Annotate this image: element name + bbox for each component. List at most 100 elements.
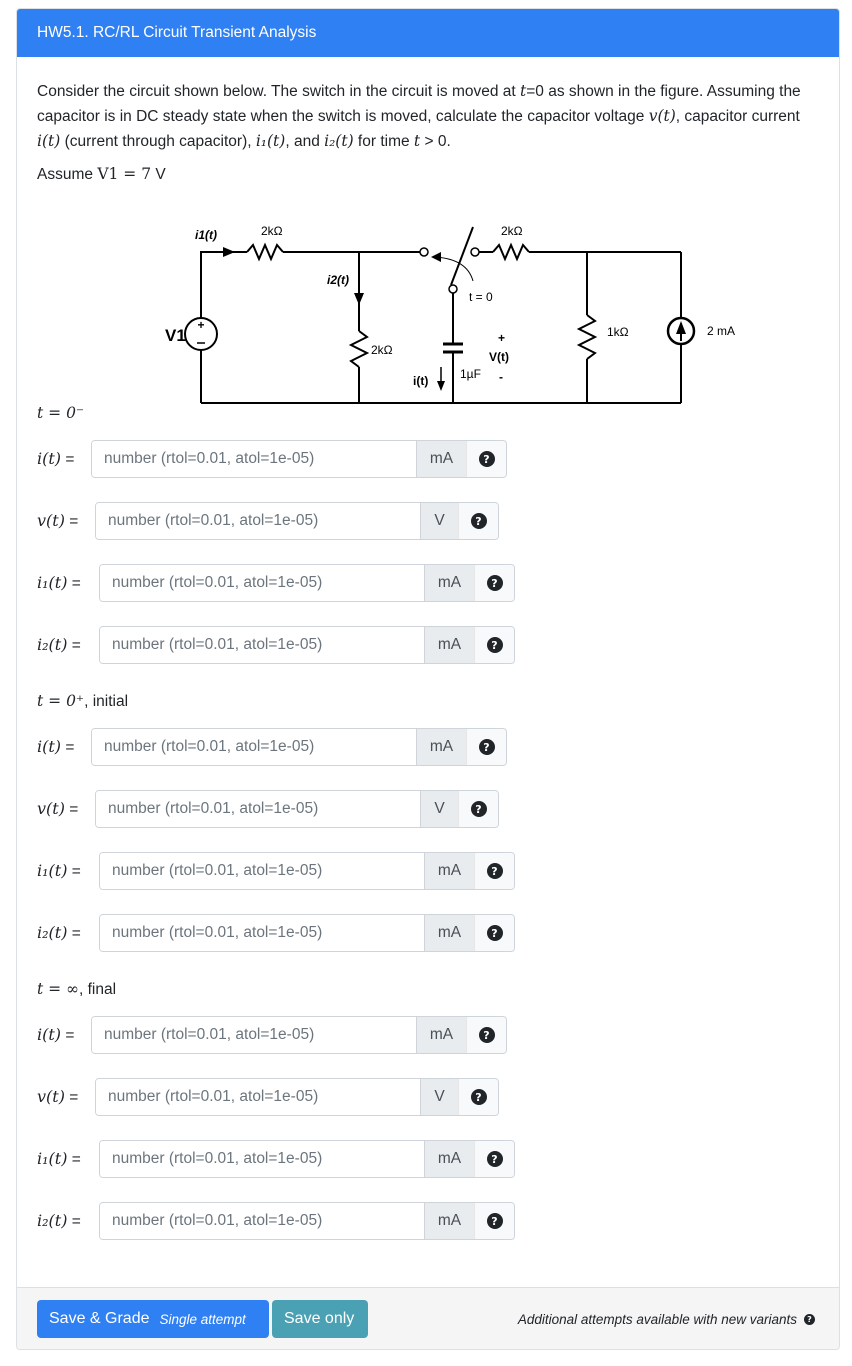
help-button[interactable]: ? bbox=[474, 565, 514, 601]
help-button[interactable]: ? bbox=[458, 1079, 498, 1115]
answer-input[interactable] bbox=[100, 627, 424, 663]
source-label: V1 bbox=[165, 326, 186, 345]
help-button[interactable]: ? bbox=[474, 1203, 514, 1239]
answer-label-math: i₂(t) bbox=[37, 635, 68, 654]
answer-label: i₂(t) = bbox=[37, 1211, 81, 1231]
i-arrow bbox=[437, 381, 445, 391]
assume-unit: V bbox=[151, 166, 166, 183]
save-grade-label: Save & Grade bbox=[49, 1310, 150, 1327]
answer-input[interactable] bbox=[96, 1079, 420, 1115]
answer-input-group: mA? bbox=[99, 914, 515, 952]
prompt-text: , capacitor current bbox=[675, 108, 800, 125]
help-button[interactable]: ? bbox=[474, 1141, 514, 1177]
answer-input-group: mA? bbox=[99, 1140, 515, 1178]
v-minus: - bbox=[499, 370, 503, 384]
question-mark-icon: ? bbox=[486, 863, 503, 879]
resistor-r1 bbox=[246, 242, 284, 262]
answer-label: i₂(t) = bbox=[37, 635, 81, 655]
save-grade-sublabel: Single attempt bbox=[159, 1311, 246, 1327]
question-mark-icon: ? bbox=[486, 1151, 503, 1167]
answer-row: i₂(t) = mA? bbox=[37, 1202, 515, 1240]
prompt-math: i₂(t) bbox=[324, 132, 354, 150]
save-only-label: Save only bbox=[284, 1310, 355, 1327]
help-icon[interactable]: ? bbox=[804, 1314, 815, 1325]
answer-input[interactable] bbox=[100, 1203, 424, 1239]
answer-input[interactable] bbox=[96, 503, 420, 539]
section-label: t = 0⁻ bbox=[37, 404, 84, 423]
answer-input[interactable] bbox=[100, 853, 424, 889]
prompt-math: i₁(t) bbox=[255, 132, 286, 150]
help-button[interactable]: ? bbox=[458, 791, 498, 827]
help-button[interactable]: ? bbox=[466, 729, 506, 765]
answer-row: v(t) = V? bbox=[37, 1078, 499, 1116]
section-label: t = ∞, final bbox=[37, 980, 116, 999]
answer-input[interactable] bbox=[92, 1017, 416, 1053]
current-source-label: 2 mA bbox=[707, 324, 735, 338]
answer-input[interactable] bbox=[100, 1141, 424, 1177]
answer-label-equals: = bbox=[61, 1027, 75, 1044]
v-label: V(t) bbox=[489, 350, 509, 364]
unit-addon: mA bbox=[424, 915, 474, 951]
question-mark-icon: ? bbox=[470, 1089, 487, 1105]
answer-label-equals: = bbox=[67, 863, 81, 880]
help-button[interactable]: ? bbox=[466, 441, 506, 477]
answer-label-math: i(t) bbox=[37, 449, 62, 468]
unit-addon: mA bbox=[416, 729, 466, 765]
answer-label-equals: = bbox=[64, 801, 79, 818]
section-label-math: t = ∞ bbox=[37, 980, 79, 998]
answer-label: v(t) = bbox=[37, 511, 78, 531]
answer-input[interactable] bbox=[92, 729, 416, 765]
switch-arm bbox=[450, 226, 474, 286]
attempts-note-text: Additional attempts available with new v… bbox=[517, 1312, 797, 1327]
question-mark-icon: ? bbox=[478, 739, 495, 755]
answer-input[interactable] bbox=[100, 915, 424, 951]
answer-row: i(t) = mA? bbox=[37, 440, 507, 478]
prompt-math: i(t) bbox=[37, 132, 61, 150]
help-button[interactable]: ? bbox=[458, 503, 498, 539]
unit-addon: mA bbox=[424, 1141, 474, 1177]
cap-label: 1µF bbox=[460, 367, 481, 381]
question-mark-icon: ? bbox=[478, 1027, 495, 1043]
answer-label: i₁(t) = bbox=[37, 861, 81, 881]
answer-input[interactable] bbox=[100, 565, 424, 601]
unit-addon: mA bbox=[424, 1203, 474, 1239]
i1-arrow bbox=[223, 247, 235, 257]
answer-input[interactable] bbox=[92, 441, 416, 477]
section-label-text: , initial bbox=[84, 693, 129, 710]
answer-label-equals: = bbox=[64, 513, 79, 530]
help-button[interactable]: ? bbox=[466, 1017, 506, 1053]
question-mark-icon: ? bbox=[486, 575, 503, 591]
prompt-text: Consider the circuit shown below. The sw… bbox=[37, 83, 521, 100]
unit-addon: mA bbox=[416, 441, 466, 477]
answer-label-equals: = bbox=[67, 1213, 81, 1230]
unit-addon: mA bbox=[424, 627, 474, 663]
answer-label: i₁(t) = bbox=[37, 1149, 81, 1169]
attempts-note: Additional attempts available with new v… bbox=[518, 1312, 815, 1327]
help-button[interactable]: ? bbox=[474, 915, 514, 951]
answer-label-equals: = bbox=[61, 451, 75, 468]
answer-input-group: V? bbox=[95, 1078, 499, 1116]
answer-label-math: i₁(t) bbox=[37, 1149, 68, 1168]
answer-input-group: mA? bbox=[91, 1016, 507, 1054]
answer-label-math: i₁(t) bbox=[37, 573, 68, 592]
current-source-arrow bbox=[676, 321, 686, 334]
switch-label: t = 0 bbox=[469, 290, 493, 304]
circuit-diagram: + V1 2kΩ i1(t) i2(t) 2kΩ 2kΩ t = 0 i(t) … bbox=[165, 224, 735, 404]
save-only-button[interactable]: Save only bbox=[272, 1300, 368, 1338]
answer-row: i₁(t) = mA? bbox=[37, 564, 515, 602]
answer-row: i₁(t) = mA? bbox=[37, 852, 515, 890]
help-button[interactable]: ? bbox=[474, 627, 514, 663]
answer-input-group: V? bbox=[95, 790, 499, 828]
answer-label-math: v(t) bbox=[37, 511, 65, 530]
section-label-text: , final bbox=[78, 981, 117, 998]
resistor-r3 bbox=[492, 242, 530, 262]
question-title: HW5.1. RC/RL Circuit Transient Analysis bbox=[37, 24, 317, 41]
answer-row: i₂(t) = mA? bbox=[37, 626, 515, 664]
save-grade-button[interactable]: Save & Grade Single attempt bbox=[37, 1300, 269, 1338]
question-mark-icon: ? bbox=[470, 513, 487, 529]
answer-input[interactable] bbox=[96, 791, 420, 827]
answer-input-group: mA? bbox=[91, 728, 507, 766]
help-button[interactable]: ? bbox=[474, 853, 514, 889]
answer-label-equals: = bbox=[64, 1089, 79, 1106]
unit-addon: V bbox=[420, 1079, 458, 1115]
